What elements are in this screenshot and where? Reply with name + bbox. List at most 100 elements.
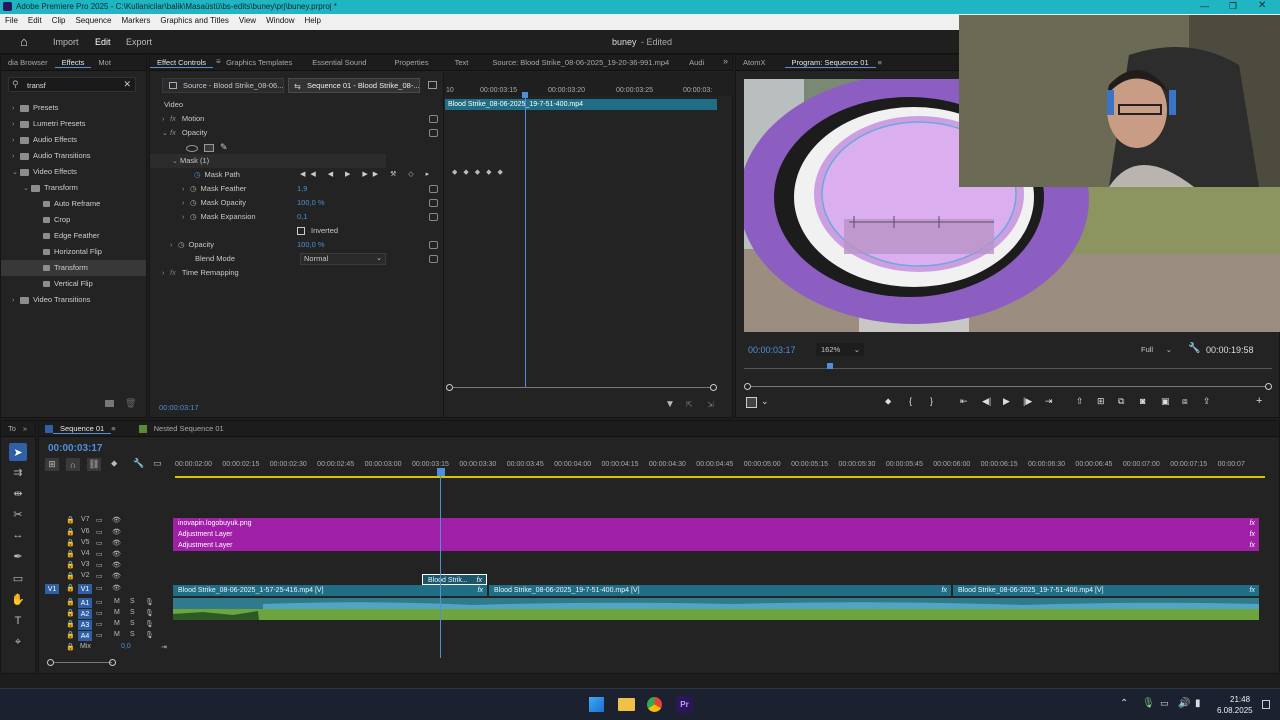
step-back-icon[interactable]: ◀| [982, 396, 991, 407]
track-label[interactable]: V1 [78, 584, 92, 594]
microphone-icon[interactable]: 🎙 [145, 631, 154, 639]
go-to-out-icon[interactable]: ⇥ [1045, 396, 1053, 407]
opacity-row[interactable]: › ◷ Opacity 100,0 % [150, 238, 442, 252]
clear-search-icon[interactable]: ✕ [123, 79, 131, 90]
wrench-icon[interactable]: 🔧 [1188, 343, 1200, 354]
blend-mode-dropdown[interactable]: Normal ⌄ [300, 253, 386, 265]
caption-tool-icon[interactable]: ⌖ [9, 633, 27, 651]
mask-feather-row[interactable]: › ◷ Mask Feather 1,9 [150, 182, 442, 196]
tab-text[interactable]: Text [448, 55, 476, 67]
panel-menu-icon[interactable]: ≡ [216, 57, 221, 66]
magnet-snap-icon[interactable]: ∩ [66, 458, 80, 471]
more-tabs-icon[interactable]: » [23, 421, 27, 433]
new-bin-icon[interactable] [105, 400, 114, 407]
tab-nested-sequence[interactable]: Nested Sequence 01 [147, 421, 231, 433]
tab-source[interactable]: Source: Blood Strike_08-06-2025_19-20-36… [485, 55, 676, 67]
premiere-taskbar-icon[interactable]: Pr [676, 696, 693, 713]
volume-icon[interactable]: 🔊 [1178, 698, 1190, 709]
sync-lock-icon[interactable]: ▭ [96, 572, 103, 580]
tree-item[interactable]: Edge Feather [1, 228, 146, 244]
menu-edit[interactable]: Edit [23, 14, 47, 25]
tab-media-browser[interactable]: dia Browser [1, 55, 55, 67]
reset-icon[interactable] [429, 255, 438, 263]
scroll-handle-left[interactable] [446, 384, 453, 391]
eye-icon[interactable]: 👁 [112, 528, 121, 536]
microphone-icon[interactable]: 🎙 [145, 598, 154, 606]
lock-icon[interactable]: 🔒 [66, 516, 75, 524]
menu-sequence[interactable]: Sequence [70, 14, 116, 25]
share-icon[interactable]: ⇲ [707, 400, 714, 409]
tree-item[interactable]: Vertical Flip [1, 276, 146, 292]
source-patch-v1[interactable]: V1 [45, 584, 59, 594]
marker-icon[interactable]: ⬥ [885, 396, 891, 407]
opacity-value[interactable]: 100,0 % [297, 238, 325, 252]
source-clip-selector[interactable]: Source - Blood Strike_08-06... [162, 78, 284, 93]
extract-icon[interactable]: ⊞ [1097, 396, 1105, 407]
step-forward-icon[interactable]: |▶ [1023, 396, 1032, 407]
track-label[interactable]: V4 [81, 550, 90, 557]
track-label[interactable]: V5 [81, 539, 90, 546]
trash-icon[interactable]: 🗑 [125, 398, 136, 409]
lock-icon[interactable]: 🔒 [66, 643, 75, 651]
scroll-handle-right[interactable] [109, 659, 116, 666]
clip-v1-c[interactable]: Blood Strike_08-06-2025_19-7-51-400.mp4 … [953, 585, 1259, 596]
menu-window[interactable]: Window [261, 14, 299, 25]
sync-lock-icon[interactable]: ▭ [96, 516, 103, 524]
expand-panel-icon[interactable] [428, 81, 437, 89]
track-label[interactable]: V2 [81, 572, 90, 579]
lock-icon[interactable]: 🔒 [66, 550, 75, 558]
battery-icon[interactable]: ▮ [1195, 698, 1201, 709]
menu-help[interactable]: Help [300, 14, 326, 25]
eye-icon[interactable]: 👁 [112, 584, 121, 592]
tab-effects[interactable]: Effects [54, 55, 92, 68]
stopwatch-icon[interactable]: ◷ [190, 184, 197, 193]
tab-sequence-01[interactable]: Sequence 01 [53, 421, 112, 434]
effect-time-remapping[interactable]: › fx Time Remapping [150, 266, 442, 280]
mask-path-keyframes[interactable]: ◆◆◆◆◆ [452, 168, 509, 176]
inverted-checkbox[interactable] [297, 227, 305, 235]
mask-opacity-row[interactable]: › ◷ Mask Opacity 100,0 % [150, 196, 442, 210]
stopwatch-icon[interactable]: ◷ [190, 212, 197, 221]
panel-menu-icon[interactable]: ≡ [111, 421, 122, 433]
sync-lock-icon[interactable]: ▭ [96, 539, 103, 547]
vr-video-icon[interactable]: ▣ [1161, 396, 1170, 407]
sync-lock-icon[interactable]: ▭ [96, 561, 103, 569]
track-label[interactable]: V3 [81, 561, 90, 568]
rectangle-tool-icon[interactable]: ▭ [9, 569, 27, 587]
tab-tools[interactable]: To [1, 421, 23, 433]
scroll-handle-right[interactable] [1265, 383, 1272, 390]
close-icon[interactable]: ✕ [1258, 0, 1266, 11]
track-label[interactable]: V7 [81, 516, 90, 523]
stopwatch-icon[interactable]: ◷ [190, 198, 197, 207]
scroll-handle-right[interactable] [710, 384, 717, 391]
multicam-icon[interactable]: ⧈ [1182, 396, 1188, 407]
eye-icon[interactable]: 👁 [112, 516, 121, 524]
mask-opacity-value[interactable]: 100,0 % [297, 196, 325, 210]
sync-lock-icon[interactable]: ▭ [96, 620, 103, 628]
lock-icon[interactable]: 🔒 [66, 631, 75, 639]
timeline-ruler[interactable]: 00:00:02:00 00:00:02:15 00:00:02:30 00:00:0… [175, 458, 1265, 478]
windows-start-icon[interactable] [589, 697, 604, 712]
lock-icon[interactable]: 🔒 [66, 584, 75, 592]
lock-icon[interactable]: 🔒 [66, 620, 75, 628]
tree-item[interactable]: Auto Reframe [1, 196, 146, 212]
hand-tool-icon[interactable]: ✋ [9, 590, 27, 608]
microphone-tray-icon[interactable]: 🎙 [1142, 698, 1155, 709]
tree-item[interactable]: › Lumetri Presets [1, 116, 146, 132]
mute-button[interactable]: M [114, 598, 120, 605]
more-tabs-icon[interactable]: » [723, 56, 728, 66]
tab-effect-controls[interactable]: Effect Controls [150, 55, 214, 68]
program-playhead[interactable] [827, 363, 833, 369]
mask-path-tracking-controls[interactable]: ◀◀ ◀ ▶ ▶▶ ⚒ ◇ ▸ [300, 168, 434, 182]
microphone-icon[interactable]: 🎙 [145, 620, 154, 628]
lock-icon[interactable]: 🔒 [66, 609, 75, 617]
ellipse-mask-icon[interactable] [186, 144, 198, 152]
reset-icon[interactable] [429, 115, 438, 123]
pen-tool-icon[interactable]: ✒ [9, 547, 27, 565]
clock-time[interactable]: 21:48 [1230, 695, 1250, 704]
effect-controls-timecode[interactable]: 00:00:03:17 [159, 403, 199, 412]
tab-motion[interactable]: Mot [91, 55, 118, 67]
timeline-playhead-handle[interactable] [437, 468, 445, 476]
sequence-clip-selector[interactable]: ⇆ Sequence 01 - Blood Strike_08-... [288, 78, 420, 93]
eye-icon[interactable]: 👁 [112, 561, 121, 569]
